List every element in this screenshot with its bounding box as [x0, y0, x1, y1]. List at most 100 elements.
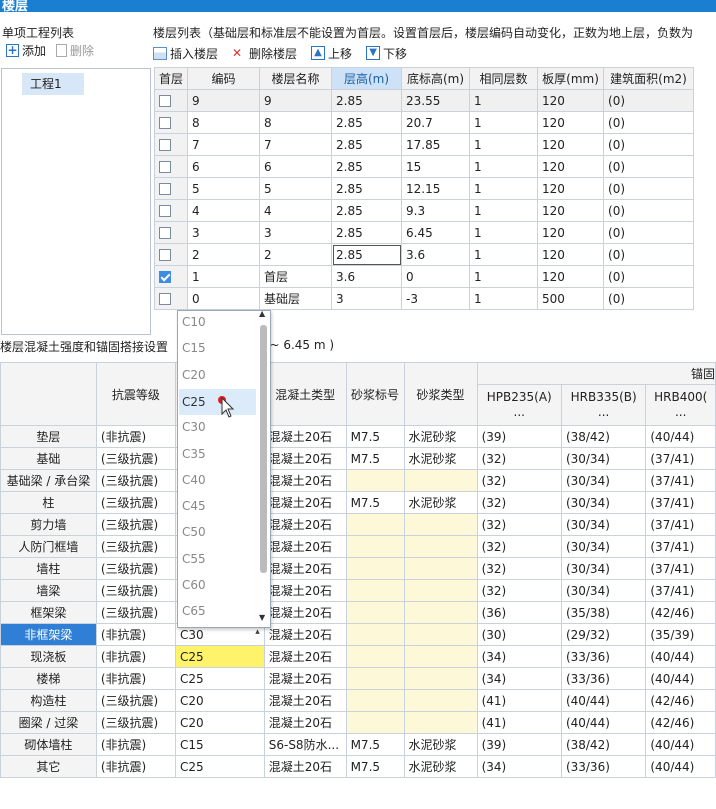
floor-cell-code[interactable]: 3	[187, 221, 261, 244]
concrete-row[interactable]: 楼梯 (非抗震) C25 混凝土20石 (34) (33/36) (40/44)	[0, 667, 716, 690]
floor-cell-height[interactable]: 2.85	[331, 133, 403, 156]
concrete-cell-hrb400[interactable]: (40/44)	[645, 755, 716, 778]
floor-cell-base[interactable]: 12.15	[401, 177, 471, 200]
concrete-cell-hrb400[interactable]: (37/41)	[645, 535, 716, 558]
concrete-cell-ctype[interactable]: 混凝土20石	[263, 601, 347, 624]
col-header-first[interactable]: 首层	[153, 67, 189, 90]
concrete-cell-mgrade[interactable]	[345, 469, 405, 492]
col-header-mortar-grade[interactable]: 砂浆标号	[345, 362, 405, 426]
floor-row[interactable]: 2 2 2.85 3.6 1 120 (0)	[153, 243, 695, 266]
concrete-cell-mgrade[interactable]: M7.5	[345, 755, 405, 778]
dropdown-option[interactable]: C15	[182, 341, 206, 355]
concrete-cell-ctype[interactable]: 混凝土20石	[263, 689, 347, 712]
floor-cell-slab[interactable]: 500	[537, 287, 605, 310]
concrete-cell-hrb335[interactable]: (29/32)	[560, 623, 647, 646]
concrete-cell-mtype[interactable]: 水泥砂浆	[403, 755, 478, 778]
concrete-cell-seismic[interactable]: (非抗震)	[95, 645, 177, 668]
concrete-cell-seismic[interactable]: (三级抗震)	[95, 557, 177, 580]
concrete-cell-mtype[interactable]	[403, 711, 478, 734]
concrete-cell-ctype[interactable]: 混凝土20石	[263, 557, 347, 580]
concrete-cell-hrb400[interactable]: (40/44)	[645, 733, 716, 756]
concrete-cell-mtype[interactable]	[403, 535, 478, 558]
floor-row[interactable]: 7 7 2.85 17.85 1 120 (0)	[153, 133, 695, 156]
col-header-slab[interactable]: 板厚(mm)	[537, 67, 605, 90]
concrete-cell-hpb[interactable]: (41)	[476, 689, 562, 712]
first-floor-checkbox[interactable]	[159, 293, 171, 305]
concrete-cell-hpb[interactable]: (32)	[476, 579, 562, 602]
concrete-cell-hrb335[interactable]: (38/42)	[560, 733, 647, 756]
delete-floor-button[interactable]: ✕ 删除楼层	[232, 45, 297, 62]
concrete-cell-ctype[interactable]: S6-S8防水...	[263, 733, 347, 756]
floor-cell-slab[interactable]: 120	[537, 133, 605, 156]
concrete-cell-seismic[interactable]: (非抗震)	[95, 733, 177, 756]
floor-cell-name[interactable]: 5	[259, 177, 333, 200]
concrete-cell-hrb400[interactable]: (35/39)	[645, 623, 716, 646]
floor-cell-area[interactable]: (0)	[603, 155, 695, 178]
floor-cell-name[interactable]: 8	[259, 111, 333, 134]
first-floor-checkbox[interactable]	[159, 271, 171, 283]
concrete-cell-seismic[interactable]: (三级抗震)	[95, 491, 177, 514]
concrete-cell-mgrade[interactable]: M7.5	[345, 733, 405, 756]
col-header-base[interactable]: 底标高(m)	[401, 67, 471, 90]
concrete-cell-mtype[interactable]	[403, 689, 478, 712]
concrete-cell-hrb335[interactable]: (33/36)	[560, 645, 647, 668]
concrete-cell-hrb400[interactable]: (37/41)	[645, 513, 716, 536]
concrete-cell-mtype[interactable]	[403, 645, 478, 668]
floor-cell-slab[interactable]: 120	[537, 177, 605, 200]
concrete-cell-mgrade[interactable]: M7.5	[345, 425, 405, 448]
concrete-cell-mgrade[interactable]	[345, 667, 405, 690]
concrete-row[interactable]: 砌体墙柱 (非抗震) C15 S6-S8防水... M7.5 水泥砂浆 (39) (38/42…	[0, 733, 716, 756]
concrete-cell-hrb335[interactable]: (30/34)	[560, 579, 647, 602]
concrete-cell-hpb[interactable]: (36)	[476, 601, 562, 624]
floor-cell-height[interactable]: 2.85	[331, 177, 403, 200]
concrete-cell-mtype[interactable]: 水泥砂浆	[403, 733, 478, 756]
floor-cell-code[interactable]: 1	[187, 265, 261, 288]
col-header-concrete-type[interactable]: 混凝土类型	[263, 362, 347, 426]
floor-cell-code[interactable]: 7	[187, 133, 261, 156]
floor-cell-base[interactable]: 15	[401, 155, 471, 178]
floor-cell-same[interactable]: 1	[469, 265, 539, 288]
concrete-cell-hrb335[interactable]: (33/36)	[560, 755, 647, 778]
delete-project-button[interactable]: 删除	[56, 42, 94, 59]
first-floor-cell[interactable]	[153, 243, 189, 266]
concrete-cell-seismic[interactable]: (三级抗震)	[95, 711, 177, 734]
project-item[interactable]: 工程1	[22, 73, 84, 95]
scroll-down-icon[interactable]: ▼	[259, 613, 265, 622]
concrete-cell-hpb[interactable]: (32)	[476, 469, 562, 492]
concrete-cell-ctype[interactable]: 混凝土20石	[263, 623, 347, 646]
concrete-cell-seismic[interactable]: (三级抗震)	[95, 513, 177, 536]
floor-cell-slab[interactable]: 120	[537, 89, 605, 112]
first-floor-checkbox[interactable]	[159, 117, 171, 129]
concrete-cell-ctype[interactable]: 混凝土20石	[263, 711, 347, 734]
floor-cell-same[interactable]: 1	[469, 221, 539, 244]
floor-cell-area[interactable]: (0)	[603, 287, 695, 310]
concrete-cell-ctype[interactable]: 混凝土20石	[263, 535, 347, 558]
concrete-cell-mgrade[interactable]	[345, 601, 405, 624]
concrete-cell-seismic[interactable]: (三级抗震)	[95, 579, 177, 602]
dropdown-caret-icon[interactable]: ▴	[255, 627, 260, 637]
concrete-cell-mgrade[interactable]	[345, 513, 405, 536]
concrete-cell-hrb400[interactable]: (37/41)	[645, 469, 716, 492]
floor-cell-area[interactable]: (0)	[603, 243, 695, 266]
concrete-row[interactable]: 现浇板 (非抗震) C25 混凝土20石 (34) (33/36) (40/44)	[0, 645, 716, 668]
floor-cell-name[interactable]: 6	[259, 155, 333, 178]
col-header-seismic[interactable]: 抗震等级	[95, 362, 177, 426]
concrete-cell-hrb335[interactable]: (40/44)	[560, 711, 647, 734]
concrete-cell-hrb400[interactable]: (37/41)	[645, 579, 716, 602]
first-floor-checkbox[interactable]	[159, 95, 171, 107]
concrete-cell-hrb335[interactable]: (30/34)	[560, 557, 647, 580]
col-header-code[interactable]: 编码	[187, 67, 261, 90]
floor-cell-same[interactable]: 1	[469, 111, 539, 134]
concrete-cell-hrb335[interactable]: (30/34)	[560, 535, 647, 558]
concrete-cell-grade[interactable]: C20	[175, 711, 265, 734]
first-floor-cell[interactable]	[153, 89, 189, 112]
concrete-cell-ctype[interactable]: 混凝土20石	[263, 513, 347, 536]
floor-cell-same[interactable]: 1	[469, 89, 539, 112]
concrete-row[interactable]: 墙梁(三级抗震)C30混凝土20石(32)(30/34)(37/41)	[0, 579, 716, 602]
concrete-cell-hrb400[interactable]: (37/41)	[645, 557, 716, 580]
floor-row[interactable]: 8 8 2.85 20.7 1 120 (0)	[153, 111, 695, 134]
concrete-cell-mtype[interactable]: 水泥砂浆	[403, 425, 478, 448]
floor-cell-code[interactable]: 4	[187, 199, 261, 222]
first-floor-cell[interactable]	[153, 155, 189, 178]
dropdown-option[interactable]: C60	[182, 578, 206, 592]
